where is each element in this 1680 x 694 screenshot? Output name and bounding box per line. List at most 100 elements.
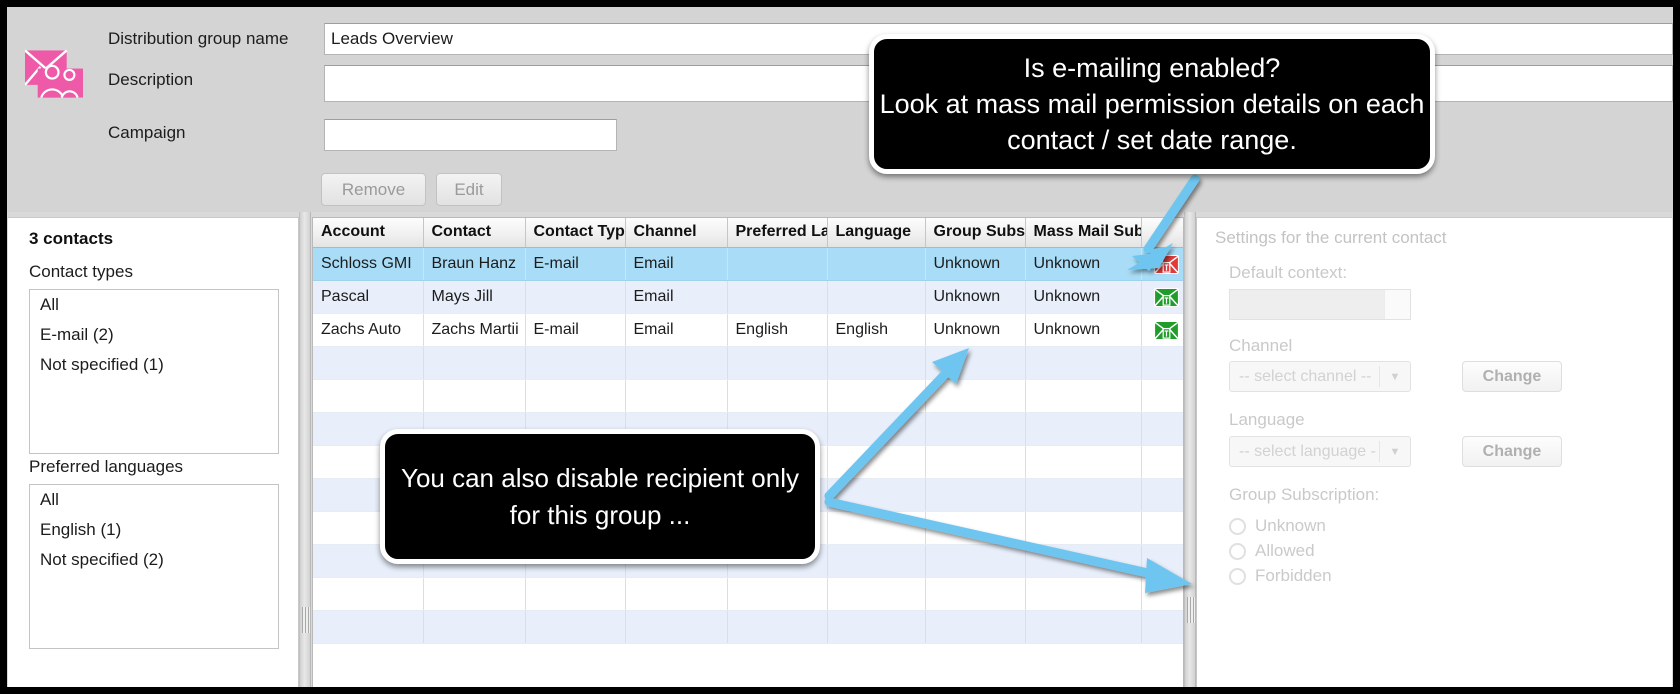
- cell-contact[interactable]: Zachs Martii: [423, 313, 526, 347]
- table-row[interactable]: Pascal Mays Jill Email Unknown Unknown: [313, 280, 1183, 314]
- radio-group-subscription-unknown[interactable]: Unknown: [1229, 516, 1326, 536]
- cell-preferred-la[interactable]: [727, 247, 828, 281]
- cell-empty: [423, 577, 526, 611]
- col-contact-type[interactable]: Contact Typ: [525, 218, 626, 248]
- chevron-down-icon[interactable]: ▼: [1380, 446, 1410, 458]
- cell-preferred-la[interactable]: [727, 280, 828, 314]
- cell-empty: [827, 544, 926, 578]
- col-group-subs[interactable]: Group Subs: [925, 218, 1026, 248]
- application-window: Distribution group name Leads Overview D…: [0, 0, 1680, 694]
- table-row-empty[interactable]: [313, 346, 1183, 380]
- cell-contact-typ[interactable]: [525, 280, 626, 314]
- right-splitter[interactable]: [1184, 212, 1196, 687]
- left-splitter[interactable]: [299, 212, 311, 687]
- cell-empty: [727, 610, 828, 644]
- cell-empty: [1141, 511, 1183, 545]
- cell-group-subs[interactable]: Unknown: [925, 313, 1026, 347]
- cell-empty: [925, 346, 1026, 380]
- cell-language[interactable]: [827, 247, 926, 281]
- contacts-count-label: 3 contacts: [29, 229, 114, 248]
- language-label: Language: [1229, 410, 1305, 429]
- table-row-empty[interactable]: [313, 379, 1183, 413]
- radio-group-subscription-allowed[interactable]: Allowed: [1229, 541, 1315, 561]
- distribution-group-icon: [25, 49, 83, 98]
- col-channel[interactable]: Channel: [625, 218, 728, 248]
- cell-empty: [1025, 610, 1142, 644]
- cell-account[interactable]: Zachs Auto: [313, 313, 424, 347]
- cell-group-subs[interactable]: Unknown: [925, 280, 1026, 314]
- list-item[interactable]: All: [30, 290, 278, 320]
- language-select[interactable]: -- select language - ▼: [1229, 436, 1411, 467]
- language-change-button[interactable]: Change: [1462, 436, 1562, 467]
- cell-empty: [1025, 445, 1142, 479]
- cell-group-subs[interactable]: Unknown: [925, 247, 1026, 281]
- list-item[interactable]: Not specified (2): [30, 545, 278, 575]
- cell-account[interactable]: Pascal: [313, 280, 424, 314]
- cell-mass-mail-subs[interactable]: Unknown: [1025, 313, 1142, 347]
- list-item[interactable]: Not specified (1): [30, 350, 278, 380]
- splitter-grip[interactable]: [302, 607, 310, 633]
- list-item[interactable]: English (1): [30, 515, 278, 545]
- splitter-grip[interactable]: [1187, 597, 1195, 623]
- channel-change-button[interactable]: Change: [1462, 361, 1562, 392]
- col-mass-mail-subs[interactable]: Mass Mail Subs: [1025, 218, 1142, 248]
- table-row[interactable]: Zachs Auto Zachs Martii E-mail Email English…: [313, 313, 1183, 347]
- contact-settings-panel: Settings for the current contact Default…: [1196, 217, 1672, 687]
- cell-empty: [1141, 577, 1183, 611]
- default-context-picker-button[interactable]: [1384, 290, 1410, 319]
- channel-select-value: -- select channel --: [1239, 367, 1372, 385]
- col-account[interactable]: Account: [313, 218, 424, 248]
- radio-dot-icon: [1229, 517, 1246, 535]
- remove-button[interactable]: Remove: [321, 173, 426, 206]
- contact-types-listbox[interactable]: All E-mail (2) Not specified (1): [29, 289, 279, 454]
- mail-allowed-icon[interactable]: [1141, 313, 1183, 347]
- cell-language[interactable]: [827, 280, 926, 314]
- channel-select[interactable]: -- select channel -- ▼: [1229, 361, 1411, 392]
- edit-button[interactable]: Edit: [436, 173, 502, 206]
- contact-types-caption: Contact types: [29, 262, 133, 281]
- preferred-languages-listbox[interactable]: All English (1) Not specified (2): [29, 484, 279, 649]
- cell-channel[interactable]: Email: [625, 247, 728, 281]
- list-item[interactable]: All: [30, 485, 278, 515]
- cell-mass-mail-subs[interactable]: Unknown: [1025, 247, 1142, 281]
- col-language[interactable]: Language: [827, 218, 926, 248]
- group-subscription-label: Group Subscription:: [1229, 485, 1380, 504]
- cell-contact-typ[interactable]: E-mail: [525, 247, 626, 281]
- cell-preferred-la[interactable]: English: [727, 313, 828, 347]
- cell-empty: [925, 445, 1026, 479]
- cell-empty: [423, 379, 526, 413]
- cell-contact[interactable]: Braun Hanz: [423, 247, 526, 281]
- cell-empty: [313, 379, 424, 413]
- table-row-empty[interactable]: [313, 577, 1183, 611]
- cell-empty: [827, 379, 926, 413]
- cell-empty: [625, 610, 728, 644]
- cell-channel[interactable]: Email: [625, 313, 728, 347]
- chevron-down-icon[interactable]: ▼: [1380, 371, 1410, 383]
- col-mail-status[interactable]: [1141, 218, 1183, 248]
- settings-panel-title: Settings for the current contact: [1215, 228, 1447, 247]
- cell-account[interactable]: Schloss GMI: [313, 247, 424, 281]
- cell-mass-mail-subs[interactable]: Unknown: [1025, 280, 1142, 314]
- cell-language[interactable]: English: [827, 313, 926, 347]
- cell-empty: [827, 478, 926, 512]
- table-row[interactable]: Schloss GMI Braun Hanz E-mail Email Unknown U…: [313, 247, 1183, 281]
- table-row-empty[interactable]: [313, 610, 1183, 644]
- cell-empty: [925, 412, 1026, 446]
- list-item[interactable]: E-mail (2): [30, 320, 278, 350]
- radio-group-subscription-forbidden[interactable]: Forbidden: [1229, 566, 1332, 586]
- mail-forbidden-icon[interactable]: [1141, 247, 1183, 281]
- default-context-input[interactable]: [1229, 289, 1411, 320]
- cell-empty: [727, 577, 828, 611]
- col-contact[interactable]: Contact: [423, 218, 526, 248]
- mail-allowed-icon[interactable]: [1141, 280, 1183, 314]
- campaign-input[interactable]: [324, 119, 617, 151]
- cell-channel[interactable]: Email: [625, 280, 728, 314]
- table-header-row: Account Contact Contact Typ Channel Pref…: [313, 218, 1183, 248]
- cell-contact[interactable]: Mays Jill: [423, 280, 526, 314]
- label-campaign: Campaign: [108, 123, 186, 142]
- cell-empty: [1025, 412, 1142, 446]
- cell-contact-typ[interactable]: E-mail: [525, 313, 626, 347]
- cell-empty: [1141, 544, 1183, 578]
- col-preferred-lang[interactable]: Preferred La: [727, 218, 828, 248]
- cell-empty: [827, 445, 926, 479]
